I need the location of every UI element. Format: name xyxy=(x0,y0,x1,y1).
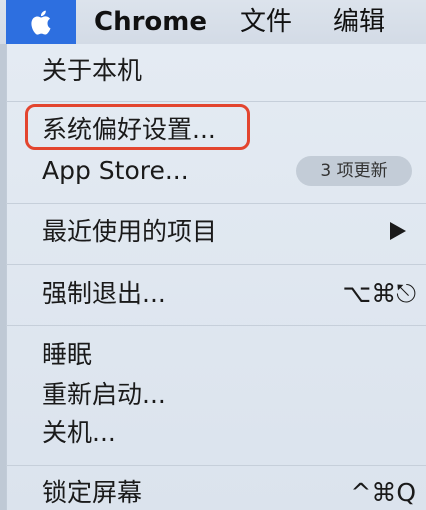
annotation-highlight-box xyxy=(25,104,250,150)
menu-separator xyxy=(6,264,426,265)
menu-item-lock-screen[interactable]: 锁定屏幕 xyxy=(42,478,142,508)
menu-item-force-quit[interactable]: 强制退出... xyxy=(42,279,166,309)
menu-item-shutdown[interactable]: 关机... xyxy=(42,418,116,448)
menu-item-sleep[interactable]: 睡眠 xyxy=(42,340,92,370)
screen: Chrome 文件 编辑 关于本机 系统偏好设置... App Store...… xyxy=(0,0,426,510)
apple-menu-button[interactable] xyxy=(6,0,76,44)
menu-edit[interactable]: 编辑 xyxy=(333,6,385,38)
submenu-arrow-icon xyxy=(390,222,406,240)
menu-item-recent-items[interactable]: 最近使用的项目 xyxy=(42,217,217,247)
menu-item-about-this-mac[interactable]: 关于本机 xyxy=(42,56,142,86)
app-menu-chrome[interactable]: Chrome xyxy=(94,6,207,38)
menu-separator xyxy=(6,203,426,204)
menu-separator xyxy=(6,325,426,326)
app-store-updates-badge: 3 项更新 xyxy=(296,156,412,186)
menu-item-app-store[interactable]: App Store... xyxy=(42,156,189,186)
menu-file[interactable]: 文件 xyxy=(240,6,292,38)
menu-bar: Chrome 文件 编辑 xyxy=(0,0,426,45)
menu-separator xyxy=(6,101,426,102)
lock-screen-shortcut: ^⌘Q xyxy=(350,478,416,507)
force-quit-shortcut: ⌥⌘⎋ xyxy=(342,279,416,308)
apple-icon xyxy=(31,10,51,35)
menu-separator xyxy=(6,465,426,466)
menu-item-restart[interactable]: 重新启动... xyxy=(42,380,166,410)
